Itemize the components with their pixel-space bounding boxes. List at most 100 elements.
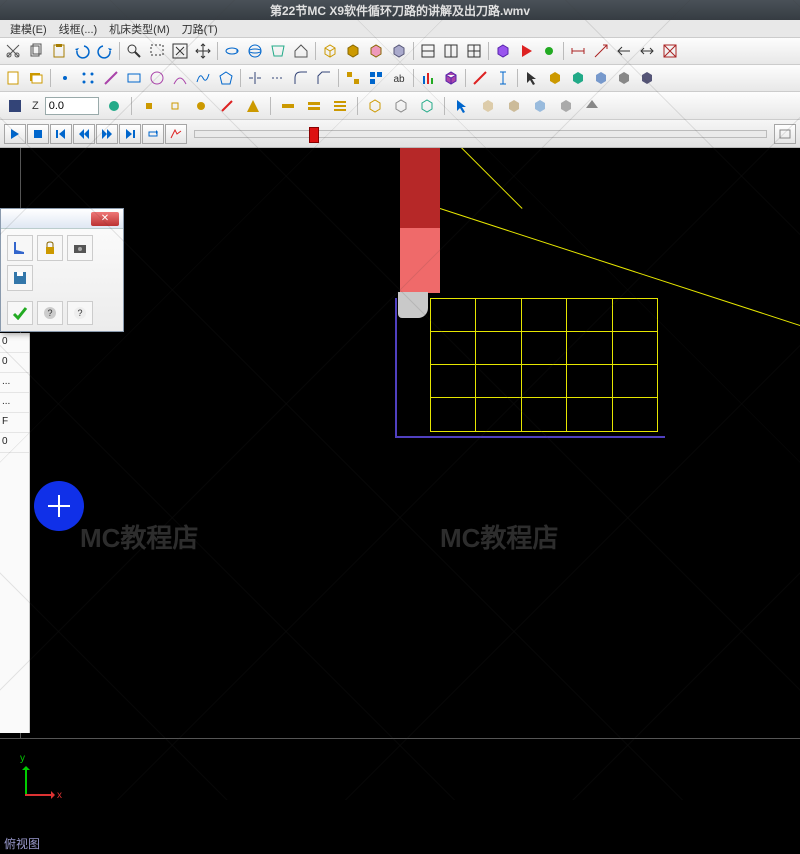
- layer1-icon[interactable]: [277, 95, 299, 117]
- redo-icon[interactable]: [94, 40, 116, 62]
- rewind-start-button[interactable]: [50, 124, 72, 144]
- arc-icon[interactable]: [169, 67, 191, 89]
- polygon-icon[interactable]: [215, 67, 237, 89]
- play-red-icon[interactable]: [515, 40, 537, 62]
- z-input[interactable]: [45, 97, 99, 115]
- copy-icon[interactable]: [25, 40, 47, 62]
- snap5-icon[interactable]: [242, 95, 264, 117]
- toolbox-camera-icon[interactable]: [67, 235, 93, 261]
- rotate-icon[interactable]: [221, 40, 243, 62]
- rect-icon[interactable]: [123, 67, 145, 89]
- paste-icon[interactable]: [48, 40, 70, 62]
- toolbox-titlebar[interactable]: ✕: [1, 209, 123, 229]
- points-icon[interactable]: [77, 67, 99, 89]
- 3dbox-icon[interactable]: [440, 67, 462, 89]
- close-icon[interactable]: ✕: [91, 212, 119, 226]
- trim-icon[interactable]: [244, 67, 266, 89]
- fillet-icon[interactable]: [290, 67, 312, 89]
- dot-green-icon[interactable]: [538, 40, 560, 62]
- extend-icon[interactable]: [267, 67, 289, 89]
- wire3-icon[interactable]: [416, 95, 438, 117]
- point-icon[interactable]: [54, 67, 76, 89]
- home-icon[interactable]: [290, 40, 312, 62]
- toolbox-boot-icon[interactable]: [7, 235, 33, 261]
- timeline-marker[interactable]: [309, 127, 319, 143]
- layer2-icon[interactable]: [303, 95, 325, 117]
- undo-icon[interactable]: [71, 40, 93, 62]
- forward-end-button[interactable]: [119, 124, 141, 144]
- split-4-icon[interactable]: [463, 40, 485, 62]
- grid2-icon[interactable]: [365, 67, 387, 89]
- arrow-left-icon[interactable]: [613, 40, 635, 62]
- zoom-fit-icon[interactable]: [169, 40, 191, 62]
- stop-button[interactable]: [27, 124, 49, 144]
- snap2-icon[interactable]: [164, 95, 186, 117]
- sphere-icon[interactable]: [244, 40, 266, 62]
- line-icon[interactable]: [100, 67, 122, 89]
- toolbox-ok-button[interactable]: [7, 301, 33, 325]
- arrow-both-icon[interactable]: [636, 40, 658, 62]
- coord-apply-icon[interactable]: [103, 95, 125, 117]
- up-arrow-icon[interactable]: [581, 95, 603, 117]
- grid1-icon[interactable]: [342, 67, 364, 89]
- snap1-icon[interactable]: [138, 95, 160, 117]
- lp-item-4[interactable]: F: [0, 413, 29, 433]
- circle-tool-icon[interactable]: [146, 67, 168, 89]
- menu-toolpath[interactable]: 刀路(T): [176, 21, 224, 37]
- lp-item-0[interactable]: 0: [0, 333, 29, 353]
- pan-icon[interactable]: [192, 40, 214, 62]
- lp-item-5[interactable]: 0: [0, 433, 29, 453]
- toolbox-help-button[interactable]: ?: [37, 301, 63, 325]
- layer-icon[interactable]: [25, 67, 47, 89]
- abc-icon[interactable]: ab: [388, 67, 410, 89]
- solid4-icon[interactable]: [613, 67, 635, 89]
- forward-button[interactable]: [96, 124, 118, 144]
- diag-arrow-icon[interactable]: [590, 40, 612, 62]
- menu-wireframe[interactable]: 线框(...): [53, 21, 104, 37]
- coord-icon[interactable]: [4, 95, 26, 117]
- lp-item-3[interactable]: ...: [0, 393, 29, 413]
- measure-red-icon[interactable]: [469, 67, 491, 89]
- measure-v-icon[interactable]: [492, 67, 514, 89]
- zoom-window-icon[interactable]: [146, 40, 168, 62]
- view-icon[interactable]: [267, 40, 289, 62]
- split-v-icon[interactable]: [440, 40, 462, 62]
- menu-model[interactable]: 建模(E): [4, 21, 53, 37]
- new-icon[interactable]: [2, 67, 24, 89]
- speed-button[interactable]: [774, 124, 796, 144]
- cube2-icon[interactable]: [342, 40, 364, 62]
- obj3-icon[interactable]: [529, 95, 551, 117]
- cube4-icon[interactable]: [388, 40, 410, 62]
- split-h-icon[interactable]: [417, 40, 439, 62]
- snap4-icon[interactable]: [216, 95, 238, 117]
- box-cross-icon[interactable]: [659, 40, 681, 62]
- play-button[interactable]: [4, 124, 26, 144]
- obj1-icon[interactable]: [477, 95, 499, 117]
- obj2-icon[interactable]: [503, 95, 525, 117]
- toolbox-save-icon[interactable]: [7, 265, 33, 291]
- crosshair-marker[interactable]: [34, 481, 84, 531]
- layer3-icon[interactable]: [329, 95, 351, 117]
- wire2-icon[interactable]: [390, 95, 412, 117]
- toolbox-lock-icon[interactable]: [37, 235, 63, 261]
- loop-button[interactable]: [142, 124, 164, 144]
- lp-item-2[interactable]: ...: [0, 373, 29, 393]
- spline-icon[interactable]: [192, 67, 214, 89]
- cut-icon[interactable]: [2, 40, 24, 62]
- cad-viewport[interactable]: ✕ ? ? 0 0 ... ... F 0: [0, 148, 800, 854]
- zoom-icon[interactable]: [123, 40, 145, 62]
- toolbox-help2-button[interactable]: ?: [67, 301, 93, 325]
- select-arrow-icon[interactable]: [521, 67, 543, 89]
- wire1-icon[interactable]: [364, 95, 386, 117]
- cube3-icon[interactable]: [365, 40, 387, 62]
- menu-machine-type[interactable]: 机床类型(M): [103, 21, 176, 37]
- dim-icon[interactable]: [567, 40, 589, 62]
- hex-icon[interactable]: [492, 40, 514, 62]
- lp-item-1[interactable]: 0: [0, 353, 29, 373]
- rewind-button[interactable]: [73, 124, 95, 144]
- solid1-icon[interactable]: [544, 67, 566, 89]
- settings-button[interactable]: [165, 124, 187, 144]
- solid2-icon[interactable]: [567, 67, 589, 89]
- chamfer-icon[interactable]: [313, 67, 335, 89]
- cube-icon[interactable]: [319, 40, 341, 62]
